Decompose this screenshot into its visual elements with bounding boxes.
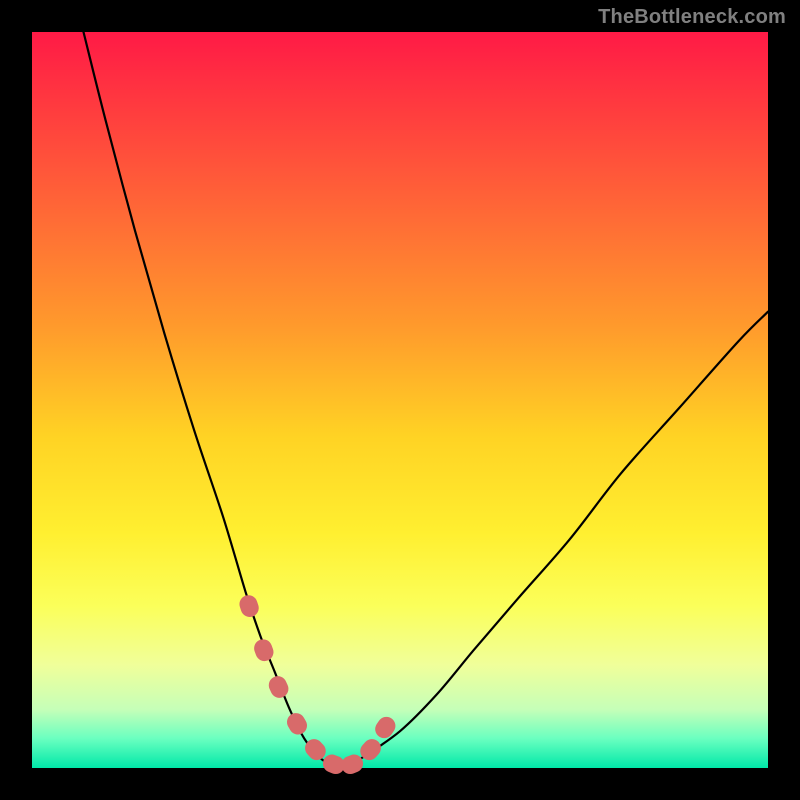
chart-area: [32, 32, 768, 768]
bottleneck-curve: [84, 32, 769, 767]
bottleneck-plot: [32, 32, 768, 768]
marker-point: [284, 710, 311, 738]
marker-point: [266, 673, 291, 700]
marker-point: [372, 713, 399, 741]
marker-point: [252, 637, 276, 664]
marker-point: [237, 593, 261, 620]
highlight-markers: [237, 593, 399, 777]
watermark-text: TheBottleneck.com: [598, 6, 786, 29]
